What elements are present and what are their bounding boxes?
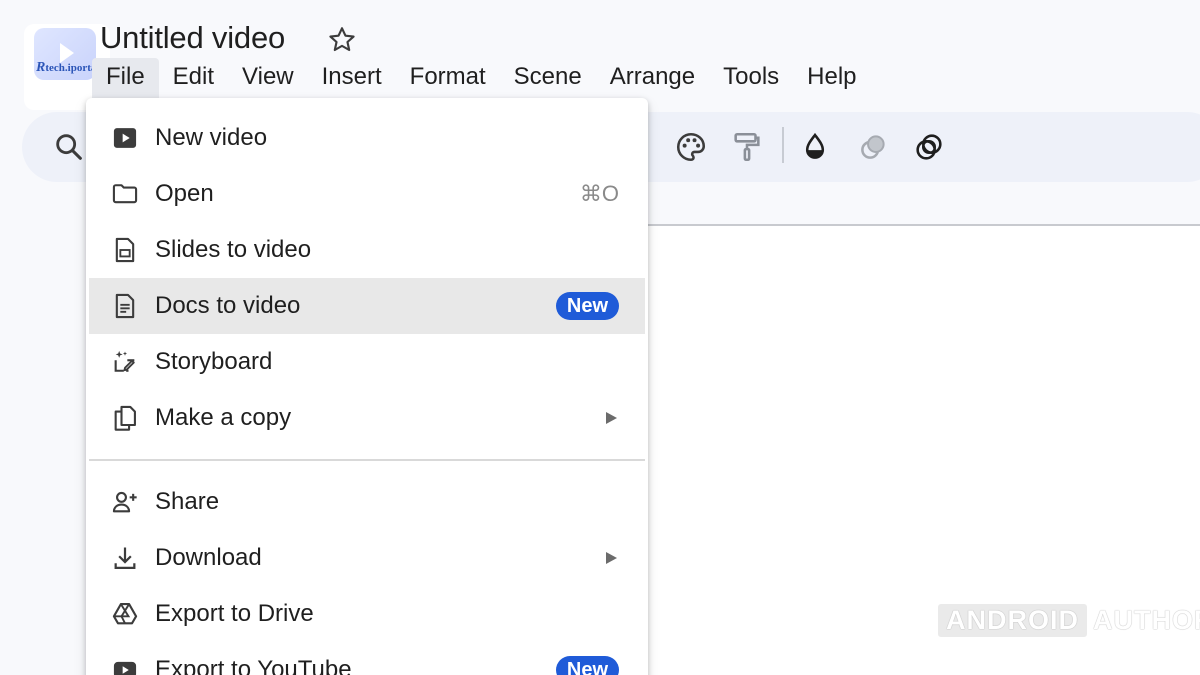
- menu-file[interactable]: File: [92, 58, 159, 98]
- menu-item-export-to-youtube[interactable]: Export to YouTube New: [89, 642, 645, 675]
- menu-separator: [89, 459, 645, 461]
- menu-item-share[interactable]: Share: [89, 474, 645, 530]
- slides-icon: [111, 236, 139, 264]
- folder-icon: [111, 180, 139, 208]
- menu-bar: File Edit View Insert Format Scene Arran…: [92, 58, 871, 98]
- watermark-tech-iportal: Rtech.iportal: [36, 60, 100, 75]
- docs-icon: [111, 292, 139, 320]
- drive-icon: [111, 600, 139, 628]
- file-menu: New video Open ⌘O Slides to video Docs t…: [86, 98, 648, 675]
- menu-help[interactable]: Help: [793, 58, 870, 98]
- submenu-arrow-icon: [606, 552, 617, 564]
- toolbar-divider: [782, 127, 784, 163]
- youtube-icon: [111, 656, 139, 675]
- menu-scene[interactable]: Scene: [500, 58, 596, 98]
- menu-item-docs-to-video[interactable]: Docs to video New: [89, 278, 645, 334]
- download-icon: [111, 544, 139, 572]
- paint-roller-icon[interactable]: [730, 130, 764, 164]
- menu-view[interactable]: View: [228, 58, 308, 98]
- palette-icon[interactable]: [674, 130, 708, 164]
- storyboard-sparkle-icon: [111, 348, 139, 376]
- menu-format[interactable]: Format: [396, 58, 500, 98]
- menu-item-make-a-copy[interactable]: Make a copy: [89, 390, 645, 446]
- menu-arrange[interactable]: Arrange: [596, 58, 709, 98]
- new-badge: New: [555, 292, 619, 320]
- opacity-icon[interactable]: [856, 130, 890, 164]
- new-badge: New: [555, 656, 619, 675]
- menu-item-new-video[interactable]: New video: [89, 110, 645, 166]
- submenu-arrow-icon: [606, 412, 617, 424]
- blend-rings-icon[interactable]: [912, 130, 946, 164]
- menu-item-slides-to-video[interactable]: Slides to video: [89, 222, 645, 278]
- person-add-icon: [111, 488, 139, 516]
- menu-item-download[interactable]: Download: [89, 530, 645, 586]
- menu-tools[interactable]: Tools: [709, 58, 793, 98]
- document-title[interactable]: Untitled video: [100, 20, 285, 56]
- menu-edit[interactable]: Edit: [159, 58, 228, 98]
- menu-item-storyboard[interactable]: Storyboard: [89, 334, 645, 390]
- video-play-icon: [111, 124, 139, 152]
- menu-insert[interactable]: Insert: [308, 58, 396, 98]
- android-authority-watermark: ANDROIDAUTHORITY: [938, 604, 1200, 637]
- search-icon[interactable]: [52, 130, 86, 164]
- menu-item-export-to-drive[interactable]: Export to Drive: [89, 586, 645, 642]
- fill-drop-icon[interactable]: [798, 130, 832, 164]
- copy-icon: [111, 404, 139, 432]
- keyboard-shortcut: ⌘O: [579, 181, 619, 206]
- menu-item-open[interactable]: Open ⌘O: [89, 166, 645, 222]
- star-icon[interactable]: [326, 24, 358, 56]
